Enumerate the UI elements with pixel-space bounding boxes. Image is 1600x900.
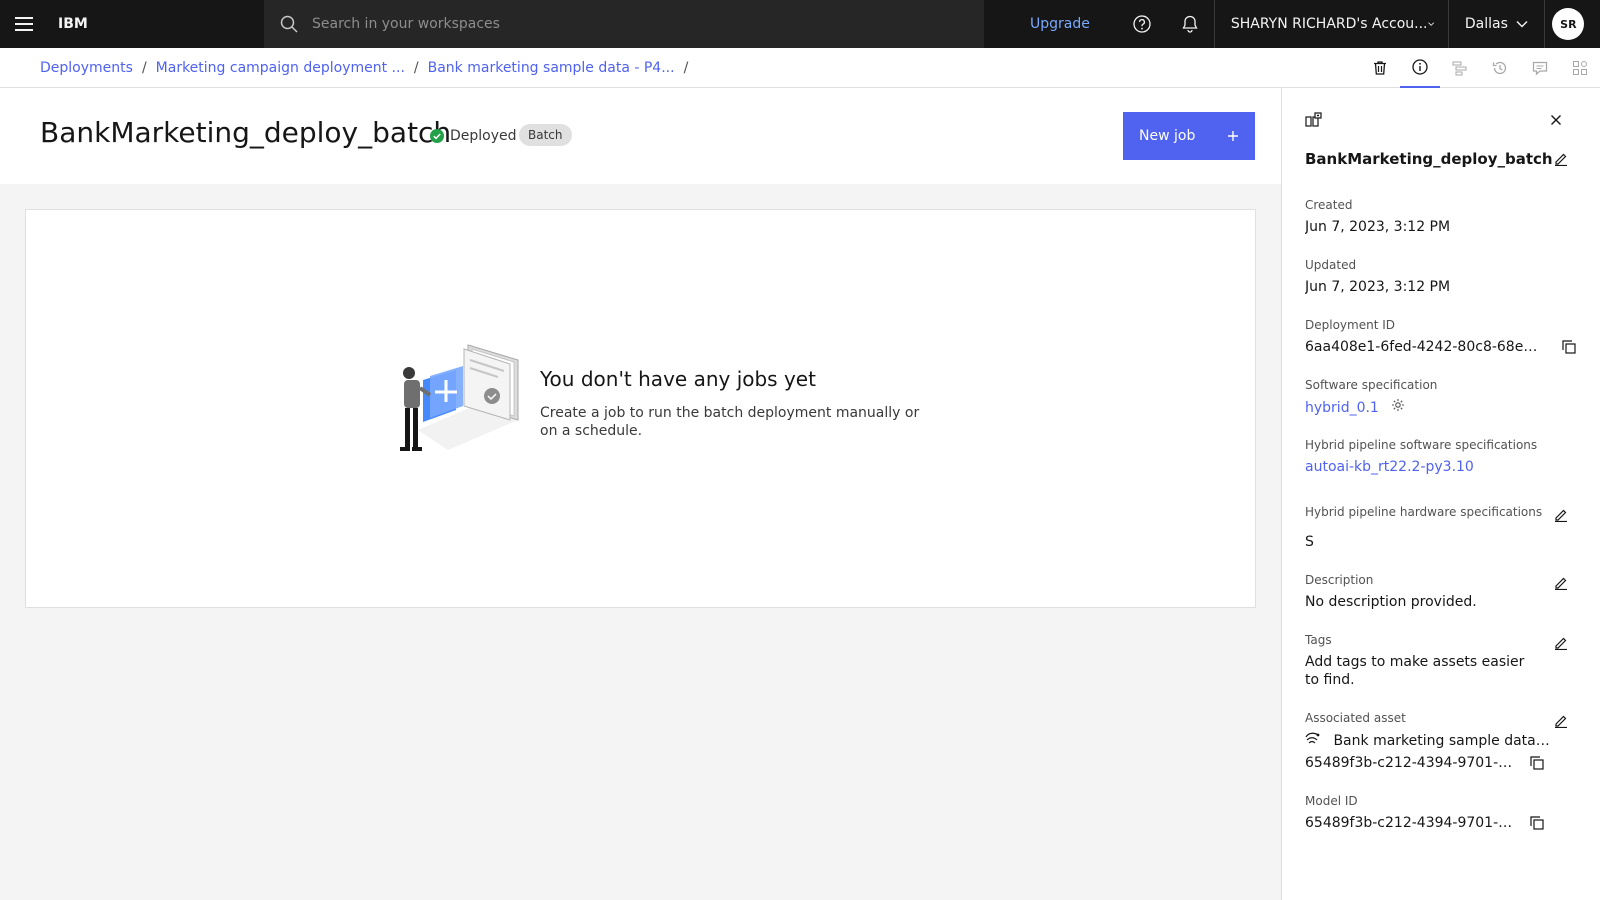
notification-bell-icon[interactable] bbox=[1166, 0, 1214, 48]
breadcrumb-asset[interactable]: Bank marketing sample data - P4... bbox=[428, 60, 675, 76]
tags-value: Add tags to make assets easier to find. bbox=[1305, 654, 1525, 688]
comment-icon[interactable] bbox=[1520, 48, 1560, 88]
breadcrumb-bar: Deployments / Marketing campaign deploym… bbox=[0, 48, 1600, 88]
menu-icon[interactable] bbox=[0, 0, 48, 48]
edit-asset-icon[interactable] bbox=[1554, 714, 1568, 728]
search-input[interactable] bbox=[312, 16, 912, 32]
hybrid-sw-link[interactable]: autoai-kb_rt22.2-py3.10 bbox=[1305, 459, 1474, 475]
updated-value: Jun 7, 2023, 3:12 PM bbox=[1305, 279, 1451, 295]
hierarchy-icon[interactable] bbox=[1440, 48, 1480, 88]
field-model-id: Model ID 65489f3b-c212-4394-9701-1... bbox=[1305, 794, 1515, 832]
created-label: Created bbox=[1305, 198, 1353, 212]
associated-asset-row: Bank marketing sample data - P4 bbox=[1305, 731, 1550, 750]
chevron-down-icon bbox=[1516, 21, 1528, 28]
software-spec-link[interactable]: hybrid_0.1 bbox=[1305, 400, 1379, 416]
model-id-label: Model ID bbox=[1305, 794, 1358, 808]
status-badge: Deployed bbox=[430, 128, 517, 144]
search-icon bbox=[280, 15, 298, 33]
breadcrumb-deployments[interactable]: Deployments bbox=[40, 60, 133, 76]
field-deployment-id: Deployment ID 6aa408e1-6fed-4242-80c8-68… bbox=[1305, 318, 1545, 356]
apps-icon[interactable] bbox=[1560, 48, 1600, 88]
model-icon bbox=[1305, 732, 1320, 744]
new-job-button[interactable]: New job bbox=[1123, 112, 1255, 160]
field-description: Description No description provided. bbox=[1305, 573, 1550, 611]
upgrade-link[interactable]: Upgrade bbox=[1030, 16, 1090, 32]
tags-label: Tags bbox=[1305, 633, 1332, 647]
add-icon bbox=[1228, 131, 1238, 141]
deployment-type-tag: Batch bbox=[519, 124, 572, 146]
settings-icon[interactable] bbox=[1391, 398, 1405, 412]
panel-deployment-name: BankMarketing_deploy_batch bbox=[1305, 150, 1553, 168]
history-icon[interactable] bbox=[1480, 48, 1520, 88]
description-value: No description provided. bbox=[1305, 594, 1477, 610]
description-label: Description bbox=[1305, 573, 1374, 587]
jobs-empty-card: You don't have any jobs yet Create a job… bbox=[25, 209, 1256, 608]
new-job-label: New job bbox=[1139, 128, 1196, 144]
model-id-value: 65489f3b-c212-4394-9701-1... bbox=[1305, 815, 1515, 831]
field-software-spec: Software specification hybrid_0.1 bbox=[1305, 378, 1585, 417]
account-switcher[interactable]: SHARYN RICHARD's Accou... bbox=[1213, 0, 1448, 48]
status-text: Deployed bbox=[450, 128, 517, 144]
copy-icon[interactable] bbox=[1530, 756, 1544, 770]
brand-logo[interactable]: IBM bbox=[58, 16, 264, 32]
page-toolbar bbox=[1360, 48, 1600, 88]
field-created: Created Jun 7, 2023, 3:12 PM bbox=[1305, 198, 1585, 236]
avatar-container: SR bbox=[1543, 0, 1592, 48]
empty-state-title: You don't have any jobs yet bbox=[540, 367, 816, 391]
field-tags: Tags Add tags to make assets easier to f… bbox=[1305, 633, 1535, 689]
delete-icon[interactable] bbox=[1360, 48, 1400, 88]
associated-asset-label: Associated asset bbox=[1305, 711, 1406, 725]
hybrid-hw-label: Hybrid pipeline hardware specifications bbox=[1305, 505, 1543, 519]
breadcrumb: Deployments / Marketing campaign deploym… bbox=[0, 60, 697, 76]
deployment-id-value: 6aa408e1-6fed-4242-80c8-68e35... bbox=[1305, 339, 1545, 355]
help-icon[interactable] bbox=[1118, 0, 1166, 48]
hybrid-sw-label: Hybrid pipeline software specifications bbox=[1305, 438, 1538, 452]
chevron-down-icon bbox=[1427, 22, 1434, 26]
region-switcher[interactable]: Dallas bbox=[1447, 0, 1544, 48]
edit-description-icon[interactable] bbox=[1554, 576, 1568, 590]
region-name: Dallas bbox=[1464, 16, 1508, 32]
search-bar bbox=[264, 0, 984, 48]
breadcrumb-space[interactable]: Marketing campaign deployment ... bbox=[156, 60, 405, 76]
account-name: SHARYN RICHARD's Accou... bbox=[1230, 16, 1428, 32]
empty-jobs-illustration bbox=[400, 344, 519, 451]
breadcrumb-separator: / bbox=[683, 59, 689, 76]
page-title: BankMarketing_deploy_batch bbox=[40, 116, 452, 149]
edit-hardware-icon[interactable] bbox=[1554, 508, 1568, 522]
deployment-icon bbox=[1305, 112, 1322, 127]
breadcrumb-separator: / bbox=[413, 59, 419, 76]
hybrid-hw-value: S bbox=[1305, 534, 1314, 550]
deployment-id-label: Deployment ID bbox=[1305, 318, 1395, 332]
edit-tags-icon[interactable] bbox=[1554, 636, 1568, 650]
field-hybrid-hardware-spec: Hybrid pipeline hardware specifications … bbox=[1305, 505, 1550, 551]
updated-label: Updated bbox=[1305, 258, 1357, 272]
field-updated: Updated Jun 7, 2023, 3:12 PM bbox=[1305, 258, 1585, 296]
avatar[interactable]: SR bbox=[1552, 8, 1585, 40]
breadcrumb-separator: / bbox=[141, 59, 147, 76]
information-icon[interactable] bbox=[1400, 48, 1440, 88]
associated-asset-id: 65489f3b-c212-4394-9701-1... bbox=[1305, 755, 1515, 771]
copy-icon[interactable] bbox=[1562, 340, 1576, 354]
empty-state-description: Create a job to run the batch deployment… bbox=[540, 405, 920, 439]
copy-icon[interactable] bbox=[1530, 816, 1544, 830]
associated-asset-name[interactable]: Bank marketing sample data - P4 bbox=[1333, 733, 1550, 749]
details-panel: BankMarketing_deploy_batch Created Jun 7… bbox=[1281, 88, 1600, 900]
page-header: BankMarketing_deploy_batch Deployed Batc… bbox=[0, 88, 1281, 184]
close-icon[interactable] bbox=[1550, 114, 1562, 126]
software-spec-row: hybrid_0.1 bbox=[1305, 398, 1585, 417]
top-header: IBM Upgrade SHARYN RICHARD's Accou... Da… bbox=[0, 0, 1600, 48]
software-spec-label: Software specification bbox=[1305, 378, 1438, 392]
field-hybrid-software-spec: Hybrid pipeline software specifications … bbox=[1305, 438, 1585, 476]
edit-name-icon[interactable] bbox=[1554, 152, 1568, 166]
created-value: Jun 7, 2023, 3:12 PM bbox=[1305, 219, 1451, 235]
checkmark-filled-icon bbox=[430, 129, 444, 143]
field-associated-asset: Associated asset Bank marketing sample d… bbox=[1305, 711, 1550, 772]
